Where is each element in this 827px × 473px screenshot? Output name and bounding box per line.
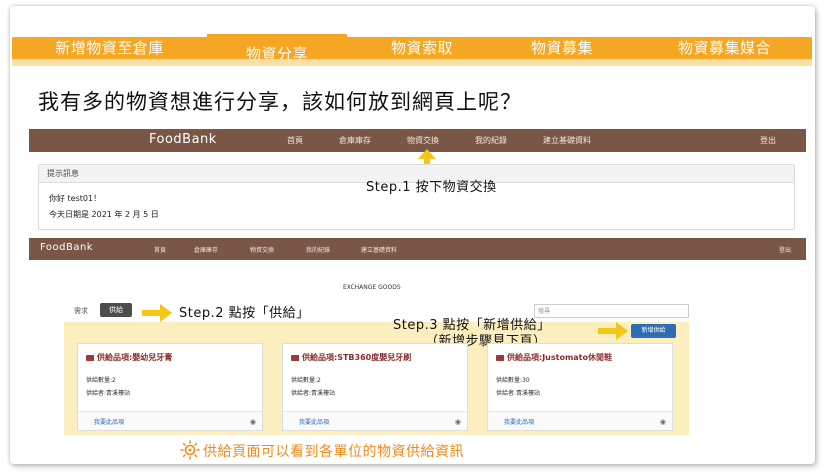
step1-label: Step.1 按下物資交換 bbox=[366, 180, 497, 195]
nav-setup[interactable]: 建立基礎資料 bbox=[543, 135, 591, 146]
arrow-right-icon bbox=[598, 322, 628, 340]
nav2-logout[interactable]: 登出 bbox=[779, 245, 791, 254]
navbar-2: FoodBank 首頁 倉庫庫存 物資交換 我的紀錄 建立基礎資料 登出 bbox=[29, 238, 806, 260]
tab-request[interactable]: 物資索取 bbox=[357, 37, 487, 59]
card-title: 供給品項:STB360度嬰兒牙刷 bbox=[291, 352, 411, 363]
card-provider: 供給者:青溪樓站 bbox=[86, 390, 131, 397]
eye-icon[interactable]: ◉ bbox=[455, 418, 461, 426]
brand-logo-2[interactable]: FoodBank bbox=[40, 242, 93, 253]
eye-icon[interactable]: ◉ bbox=[660, 418, 666, 426]
card-title: 供給品項:Justomato休閒鞋 bbox=[496, 352, 612, 363]
tab-bar-underline bbox=[12, 59, 812, 66]
tab-fundraise-match[interactable]: 物資募集媒合 bbox=[637, 37, 812, 59]
nav2-inventory[interactable]: 倉庫庫存 bbox=[194, 245, 218, 254]
card-provider: 供給者:青溪樓站 bbox=[291, 390, 336, 397]
want-item-link[interactable]: 我要此品項 bbox=[504, 417, 534, 426]
supply-card: 供給品項:STB360度嬰兒牙刷 供給數量:2 供給者:青溪樓站 我要此品項 ◉ bbox=[282, 343, 468, 431]
card-qty: 供給數量:2 bbox=[291, 377, 321, 384]
nav2-records[interactable]: 我的紀錄 bbox=[306, 245, 330, 254]
lightbulb-icon bbox=[180, 440, 200, 460]
tag-icon bbox=[86, 354, 94, 361]
nav-home[interactable]: 首頁 bbox=[287, 135, 303, 146]
search-input[interactable]: 搜尋 bbox=[534, 304, 689, 318]
card-title: 供給品項:嬰幼兒牙膏 bbox=[86, 352, 172, 363]
alert-box: 提示訊息 你好 test01！ 今天日期是 2021 年 2 月 5 日 bbox=[38, 164, 795, 230]
supply-card: 供給品項:Justomato休閒鞋 供給數量:30 供給者:青溪樓站 我要此品項… bbox=[487, 343, 673, 431]
step2-label: Step.2 點按「供給」 bbox=[179, 306, 310, 321]
nav-exchange[interactable]: 物資交換 bbox=[407, 135, 439, 146]
card-qty: 供給數量:2 bbox=[86, 377, 116, 384]
card-qty: 供給數量:30 bbox=[496, 377, 530, 384]
section-title: EXCHANGE GOODS bbox=[343, 284, 401, 291]
nav-logout[interactable]: 登出 bbox=[760, 135, 776, 146]
tab-bar: 新增物資至倉庫 物資分享 物資索取 物資募集 物資募集媒合 bbox=[12, 31, 812, 65]
date-text: 今天日期是 2021 年 2 月 5 日 bbox=[49, 210, 159, 219]
greeting-text: 你好 test01！ bbox=[49, 194, 102, 203]
nav2-exchange[interactable]: 物資交換 bbox=[250, 245, 274, 254]
card-provider: 供給者:青溪樓站 bbox=[496, 390, 541, 397]
page-question: 我有多的物資想進行分享，該如何放到網頁上呢？ bbox=[38, 90, 522, 114]
eye-icon[interactable]: ◉ bbox=[250, 418, 256, 426]
tag-icon bbox=[496, 354, 504, 361]
nav-inventory[interactable]: 倉庫庫存 bbox=[339, 135, 371, 146]
tab-fundraise[interactable]: 物資募集 bbox=[497, 37, 627, 59]
want-item-link[interactable]: 我要此品項 bbox=[94, 417, 124, 426]
nav2-home[interactable]: 首頁 bbox=[154, 245, 166, 254]
pill-supply[interactable]: 供給 bbox=[100, 303, 132, 317]
pill-need[interactable]: 需求 bbox=[74, 306, 88, 316]
nav2-setup[interactable]: 建立基礎資料 bbox=[361, 245, 397, 254]
nav-records[interactable]: 我的紀錄 bbox=[475, 135, 507, 146]
add-supply-button[interactable]: 新增供給 bbox=[631, 324, 676, 338]
want-item-link[interactable]: 我要此品項 bbox=[299, 417, 329, 426]
arrow-right-icon bbox=[142, 304, 172, 322]
tag-icon bbox=[291, 354, 299, 361]
caption-text: 供給頁面可以看到各單位的物資供給資訊 bbox=[203, 444, 464, 460]
supply-card: 供給品項:嬰幼兒牙膏 供給數量:2 供給者:青溪樓站 我要此品項 ◉ bbox=[77, 343, 263, 431]
brand-logo[interactable]: FoodBank bbox=[149, 132, 217, 147]
tab-add-to-warehouse[interactable]: 新增物資至倉庫 bbox=[12, 37, 207, 59]
